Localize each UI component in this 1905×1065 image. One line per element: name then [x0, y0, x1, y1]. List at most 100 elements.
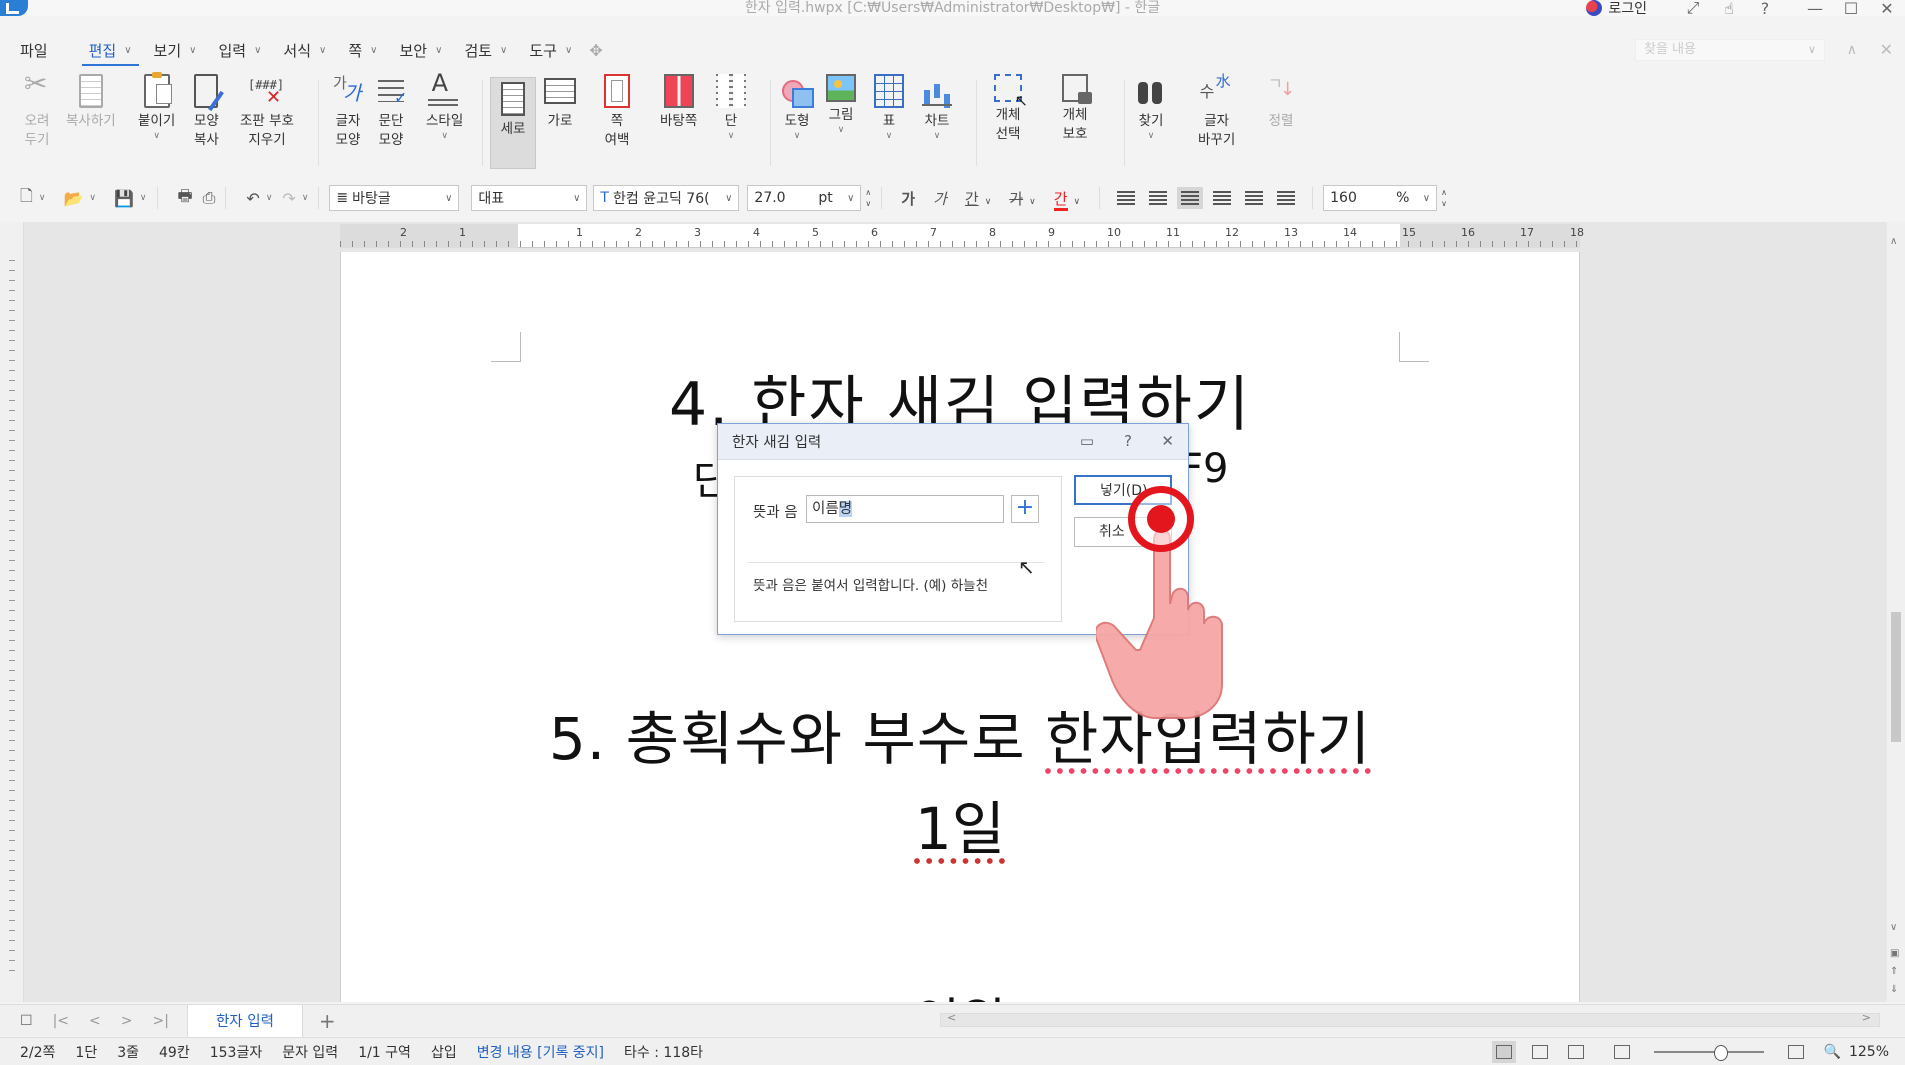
align-left-icon[interactable] — [1149, 191, 1168, 205]
align-center-icon[interactable] — [1177, 187, 1204, 209]
zoom-magnifier-icon[interactable]: 🔍 — [1824, 1044, 1841, 1060]
next-tab-icon[interactable]: > — [121, 1013, 133, 1029]
object-select-button[interactable]: 개체선택 — [994, 74, 1028, 144]
align-split-icon[interactable] — [1277, 191, 1296, 205]
undo-icon[interactable]: ↶ ∨ — [246, 189, 272, 208]
dialog-help-icon[interactable]: ? — [1124, 432, 1132, 450]
tab-hanja-input[interactable]: 한자 입력 — [186, 1004, 303, 1037]
format-copy-button[interactable]: 모양 복사 — [194, 74, 219, 150]
close-icon[interactable]: ✕ — [1869, 0, 1905, 18]
fullscreen-icon[interactable]: ⤢ — [1675, 0, 1711, 18]
page-margin-button[interactable]: 쪽 여백 — [604, 74, 630, 150]
width-view-icon[interactable] — [1531, 1045, 1548, 1059]
add-plus-button[interactable]: + — [1011, 495, 1039, 523]
align-distribute-icon[interactable] — [1245, 191, 1264, 205]
status-track-changes[interactable]: 변경 내용 [기록 중지] — [477, 1042, 604, 1062]
help-icon[interactable]: ? — [1747, 0, 1783, 18]
add-tab-icon[interactable]: + — [319, 1009, 336, 1033]
print-preview-icon[interactable]: ⎙ — [203, 188, 216, 208]
chevron-down-icon: ∨ — [370, 44, 378, 56]
dialog-close-icon[interactable]: ✕ — [1161, 432, 1174, 450]
menu-edit[interactable]: 편집 ∨ — [78, 34, 143, 66]
ribbon: 오려두기 복사하기 붙이기∨ 모양복사 조판 부호지우기 글자모양 문단모양 스… — [0, 70, 1905, 172]
puzzle-icon[interactable]: ✥ — [589, 41, 602, 60]
meaning-sound-input[interactable]: 이름명 — [806, 495, 1004, 523]
sort-button[interactable]: 정렬 — [1264, 74, 1298, 131]
font-color-button[interactable]: 간 ∨ — [1053, 188, 1080, 211]
menu-insert[interactable]: 입력 ∨ — [207, 34, 272, 66]
page-view-icon[interactable] — [1491, 1041, 1516, 1063]
font-size-stepper[interactable]: ∧ ∨ — [865, 187, 871, 209]
menu-tools[interactable]: 도구 ∨ — [518, 34, 583, 66]
language-combo[interactable]: 대표 ∨ — [471, 185, 588, 211]
shape-button[interactable]: 도형 ∨ — [780, 74, 814, 141]
login-button[interactable]: 로그인 — [1586, 0, 1647, 18]
menu-file[interactable]: 파일 — [0, 34, 78, 66]
open-folder-icon[interactable]: 📂 ∨ — [63, 189, 96, 208]
first-tab-icon[interactable]: |< — [53, 1013, 69, 1029]
new-doc-icon[interactable]: 🗋 ∨ — [20, 185, 45, 212]
touch-mode-icon[interactable]: ☝ — [1711, 0, 1747, 18]
line-inwon: 인원 — [341, 982, 1579, 1002]
italic-button[interactable]: 가 — [933, 188, 947, 209]
tab-list-icon[interactable]: ☐ — [20, 1013, 33, 1029]
maximize-icon[interactable]: ☐ — [1833, 0, 1869, 18]
save-icon[interactable]: 💾 ∨ — [114, 189, 147, 208]
horizontal-scrollbar[interactable]: < > — [940, 1011, 1880, 1027]
zoom-box-icon[interactable] — [1787, 1045, 1804, 1059]
menu-format[interactable]: 서식 ∨ — [272, 34, 337, 66]
bold-button[interactable]: 가 — [901, 188, 915, 209]
object-protect-button[interactable]: 개체 보호 — [1062, 74, 1092, 144]
chevron-down-icon: ∨ — [500, 44, 508, 56]
portrait-button[interactable]: 세로 — [490, 77, 536, 169]
menu-review[interactable]: 검토 ∨ — [453, 34, 518, 66]
last-tab-icon[interactable]: >| — [152, 1013, 168, 1029]
zoom-combo[interactable]: 160% ∨ — [1323, 185, 1438, 211]
align-justify-icon[interactable] — [1117, 191, 1136, 205]
picture-button[interactable]: 그림 ∨ — [826, 74, 856, 135]
style-combo[interactable]: ≣ 바탕글 ∨ — [329, 185, 460, 211]
menu-page[interactable]: 쪽 ∨ — [337, 34, 388, 66]
zoom-stepper[interactable]: ∧ ∨ — [1441, 187, 1447, 209]
vertical-scrollbar[interactable]: ∧ ∨ ▣ ⇑ ⇓ — [1887, 222, 1905, 1002]
account-icon — [1586, 0, 1603, 16]
zoom-slider[interactable] — [1653, 1045, 1764, 1061]
find-search-box[interactable]: 찾을 내용 ∨ — [1635, 39, 1825, 61]
align-right-icon[interactable] — [1213, 191, 1232, 205]
para-shape-button[interactable]: 문단모양 — [378, 74, 407, 150]
menu-security[interactable]: 보안 ∨ — [389, 34, 454, 66]
close-doc-icon[interactable]: ✕ — [1880, 40, 1893, 59]
status-insert[interactable]: 삽입 — [431, 1042, 457, 1062]
underline-button[interactable]: 간 ∨ — [965, 188, 991, 209]
status-zoom[interactable]: 125% — [1849, 1044, 1889, 1060]
paste-button[interactable]: 붙이기 ∨ — [138, 72, 175, 141]
minimize-icon[interactable]: — — [1797, 0, 1833, 18]
horizontal-ruler[interactable]: 2 1 1 2 3 4 5 6 7 8 9 10 11 12 13 14 15 … — [340, 224, 1584, 248]
replace-button[interactable]: 글자바꾸기 — [1198, 72, 1235, 150]
collapse-ribbon-icon[interactable]: ∧ — [1847, 42, 1857, 58]
style-button[interactable]: 스타일∨ — [426, 74, 463, 141]
cut-button[interactable]: 오려두기 — [20, 74, 54, 150]
font-size-combo[interactable]: 27.0 pt ∨ — [747, 185, 862, 211]
menu-view[interactable]: 보기 ∨ — [143, 34, 208, 66]
columns-button[interactable]: 단 ∨ — [716, 74, 746, 141]
copy-button[interactable]: 복사하기 — [66, 74, 116, 131]
redo-icon[interactable]: ↷ ∨ — [282, 189, 308, 208]
master-page-button[interactable]: 바탕쪽 — [660, 74, 697, 131]
find-button[interactable]: 찾기 ∨ — [1134, 74, 1168, 141]
prev-tab-icon[interactable]: < — [89, 1013, 101, 1029]
clear-codes-button[interactable]: 조판 부호지우기 — [240, 74, 294, 150]
chart-button[interactable]: 차트 ∨ — [922, 74, 952, 141]
font-combo[interactable]: T 한컴 윤고딕 76(∨ — [593, 185, 740, 211]
table-button[interactable]: 표 ∨ — [874, 74, 904, 141]
print-icon[interactable]: 🖶 — [178, 185, 193, 212]
landscape-button[interactable]: 가로 — [544, 74, 576, 131]
char-shape-button[interactable]: 글자모양 — [331, 74, 365, 150]
zoom-fit-icon[interactable] — [1613, 1045, 1630, 1059]
strikethrough-button[interactable]: 가 ∨ — [1009, 188, 1035, 209]
tap-indicator — [1128, 486, 1194, 552]
shape-icon — [780, 74, 814, 108]
full-page-icon[interactable] — [1567, 1045, 1584, 1059]
comment-icon[interactable]: ▭ — [1080, 432, 1094, 450]
dialog-hint-text: 뜻과 음은 붙여서 입력합니다. (예) 하늘천 — [753, 578, 989, 594]
